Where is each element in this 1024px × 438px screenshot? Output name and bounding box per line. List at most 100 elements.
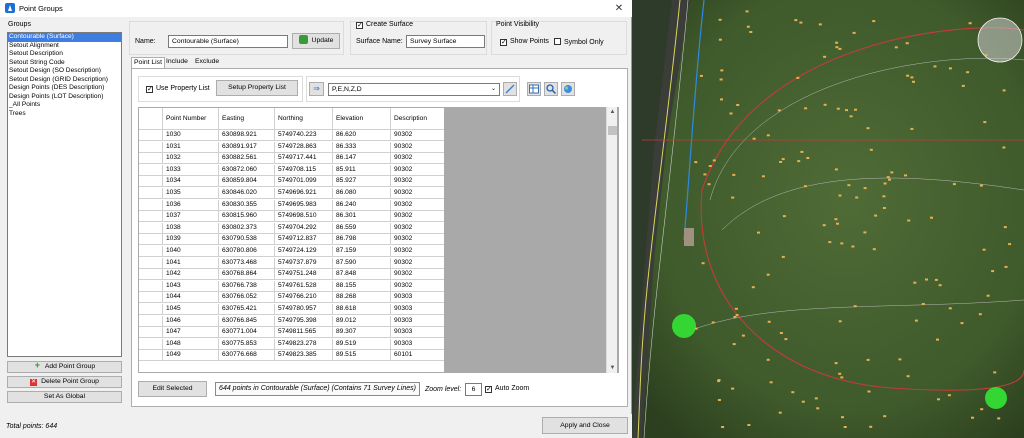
table-row[interactable]: 1031 630891.917 5749728.863 86.333 90302 (139, 141, 444, 153)
table-cell[interactable]: 1037 (163, 211, 219, 223)
group-list-item[interactable]: Trees (8, 110, 121, 119)
table-cell[interactable]: 5749696.921 (275, 188, 333, 199)
table-cell[interactable]: 1032 (163, 153, 219, 165)
table-cell[interactable]: 60101 (391, 350, 444, 362)
group-list-item[interactable]: Contourable (Surface) (8, 33, 121, 42)
table-cell[interactable]: 5749704.292 (275, 222, 333, 234)
table-row[interactable]: 1032 630882.561 5749717.441 86.147 90302 (139, 153, 444, 165)
table-cell[interactable]: 90303 (391, 292, 444, 304)
tab-point-list[interactable]: Point List (131, 57, 165, 68)
row-header[interactable] (139, 280, 163, 292)
table-cell[interactable]: 630768.864 (219, 269, 275, 281)
table-row[interactable]: 1038 630802.373 5749704.292 86.559 90302 (139, 222, 444, 234)
table-cell[interactable]: 1042 (163, 269, 219, 281)
grid-vertical-scrollbar[interactable]: ▲ ▼ (606, 107, 617, 373)
table-cell[interactable]: 90303 (391, 339, 444, 350)
table-cell[interactable]: 630846.020 (219, 188, 275, 199)
table-row[interactable]: 1040 630780.806 5749724.129 87.159 90302 (139, 246, 444, 257)
table-cell[interactable]: 85.927 (333, 176, 391, 188)
group-list-item[interactable]: Setout Alignment (8, 42, 121, 51)
update-button[interactable]: Update (292, 33, 340, 49)
table-cell[interactable]: 87.848 (333, 269, 391, 281)
table-cell[interactable]: 90302 (391, 211, 444, 223)
table-cell[interactable]: 5749761.528 (275, 280, 333, 292)
zoom-icon[interactable] (544, 82, 558, 96)
table-cell[interactable]: 86.301 (333, 211, 391, 223)
use-property-list-checkbox[interactable]: ✓ Use Property List (146, 85, 210, 93)
table-row[interactable]: 1035 630846.020 5749696.921 86.080 90302 (139, 188, 444, 199)
table-cell[interactable]: 630766.738 (219, 280, 275, 292)
table-cell[interactable]: 5749728.863 (275, 141, 333, 153)
table-view-icon[interactable] (527, 82, 541, 96)
table-cell[interactable]: 5749712.837 (275, 234, 333, 246)
row-header[interactable] (139, 222, 163, 234)
table-cell[interactable]: 88.618 (333, 304, 391, 315)
table-cell[interactable]: 1039 (163, 234, 219, 246)
table-cell[interactable]: 86.798 (333, 234, 391, 246)
row-header[interactable] (139, 338, 163, 350)
row-header[interactable] (139, 234, 163, 246)
column-header[interactable]: Description (391, 108, 444, 130)
table-cell[interactable]: 5749823.278 (275, 338, 333, 350)
apply-and-close-button[interactable]: Apply and Close (542, 417, 628, 434)
zoom-level-input[interactable]: 6 (465, 383, 482, 396)
table-cell[interactable]: 90302 (391, 153, 444, 165)
tab-include[interactable]: Include (164, 57, 190, 68)
table-cell[interactable]: 1040 (163, 246, 219, 257)
table-cell[interactable]: 5749740.223 (275, 130, 333, 141)
table-cell[interactable]: 89.515 (333, 350, 391, 362)
table-cell[interactable]: 90303 (391, 316, 444, 327)
table-row[interactable]: 1046 630766.845 5749795.398 89.012 90303 (139, 315, 444, 327)
table-cell[interactable]: 90303 (391, 304, 444, 315)
table-cell[interactable]: 90302 (391, 176, 444, 188)
table-cell[interactable]: 90302 (391, 130, 444, 141)
table-cell[interactable]: 5749698.510 (275, 211, 333, 223)
table-cell[interactable]: 630775.853 (219, 338, 275, 350)
table-row[interactable]: 1041 630773.468 5749737.879 87.590 90302 (139, 257, 444, 269)
table-row[interactable]: 1036 630830.355 5749695.983 86.240 90302 (139, 199, 444, 211)
table-cell[interactable]: 630898.921 (219, 130, 275, 141)
row-header[interactable] (139, 176, 163, 188)
table-cell[interactable]: 630830.355 (219, 199, 275, 211)
table-row[interactable]: 1034 630859.804 5749701.099 85.927 90302 (139, 176, 444, 188)
table-cell[interactable]: 90302 (391, 281, 444, 292)
row-header[interactable] (139, 130, 163, 141)
table-cell[interactable]: 630882.561 (219, 153, 275, 165)
table-cell[interactable]: 1038 (163, 222, 219, 234)
table-cell[interactable]: 1035 (163, 188, 219, 199)
table-row[interactable]: 1047 630771.004 5749811.565 89.307 90303 (139, 327, 444, 339)
table-cell[interactable]: 630802.373 (219, 222, 275, 234)
row-header-corner[interactable] (139, 108, 163, 130)
table-cell[interactable]: 86.333 (333, 141, 391, 153)
table-cell[interactable]: 5749737.879 (275, 257, 333, 269)
table-row[interactable]: 1045 630765.421 5749780.957 88.618 90303 (139, 304, 444, 315)
group-list-item[interactable]: Setout String Code (8, 59, 121, 68)
scroll-down-icon[interactable]: ▼ (607, 363, 618, 373)
column-header[interactable]: Easting (219, 108, 275, 130)
row-header[interactable] (139, 141, 163, 153)
table-cell[interactable]: 5749823.385 (275, 350, 333, 362)
table-cell[interactable]: 1045 (163, 304, 219, 315)
table-cell[interactable]: 87.159 (333, 246, 391, 257)
table-cell[interactable]: 5749708.115 (275, 164, 333, 176)
table-cell[interactable]: 88.268 (333, 292, 391, 304)
table-cell[interactable]: 85.911 (333, 164, 391, 176)
row-header[interactable] (139, 199, 163, 211)
group-list-item[interactable]: _All Points (8, 101, 121, 110)
format-select[interactable]: P,E,N,Z,D ⌄ (328, 83, 500, 96)
row-header[interactable] (139, 327, 163, 339)
table-cell[interactable]: 630790.538 (219, 234, 275, 246)
table-cell[interactable]: 630765.421 (219, 304, 275, 315)
table-cell[interactable]: 630859.804 (219, 176, 275, 188)
auto-zoom-checkbox[interactable]: ✓ Auto Zoom (485, 385, 529, 393)
table-cell[interactable]: 90302 (391, 142, 444, 153)
table-cell[interactable]: 86.620 (333, 130, 391, 141)
table-cell[interactable]: 1031 (163, 141, 219, 153)
table-cell[interactable]: 90302 (391, 165, 444, 176)
groups-list[interactable]: Contourable (Surface) Setout Alignment Set… (7, 32, 122, 357)
table-cell[interactable]: 1033 (163, 164, 219, 176)
show-points-checkbox[interactable]: ✓ Show Points (500, 38, 549, 46)
table-cell[interactable]: 87.590 (333, 257, 391, 269)
table-cell[interactable]: 5749795.398 (275, 315, 333, 327)
symbol-only-checkbox[interactable]: Symbol Only (554, 38, 604, 46)
